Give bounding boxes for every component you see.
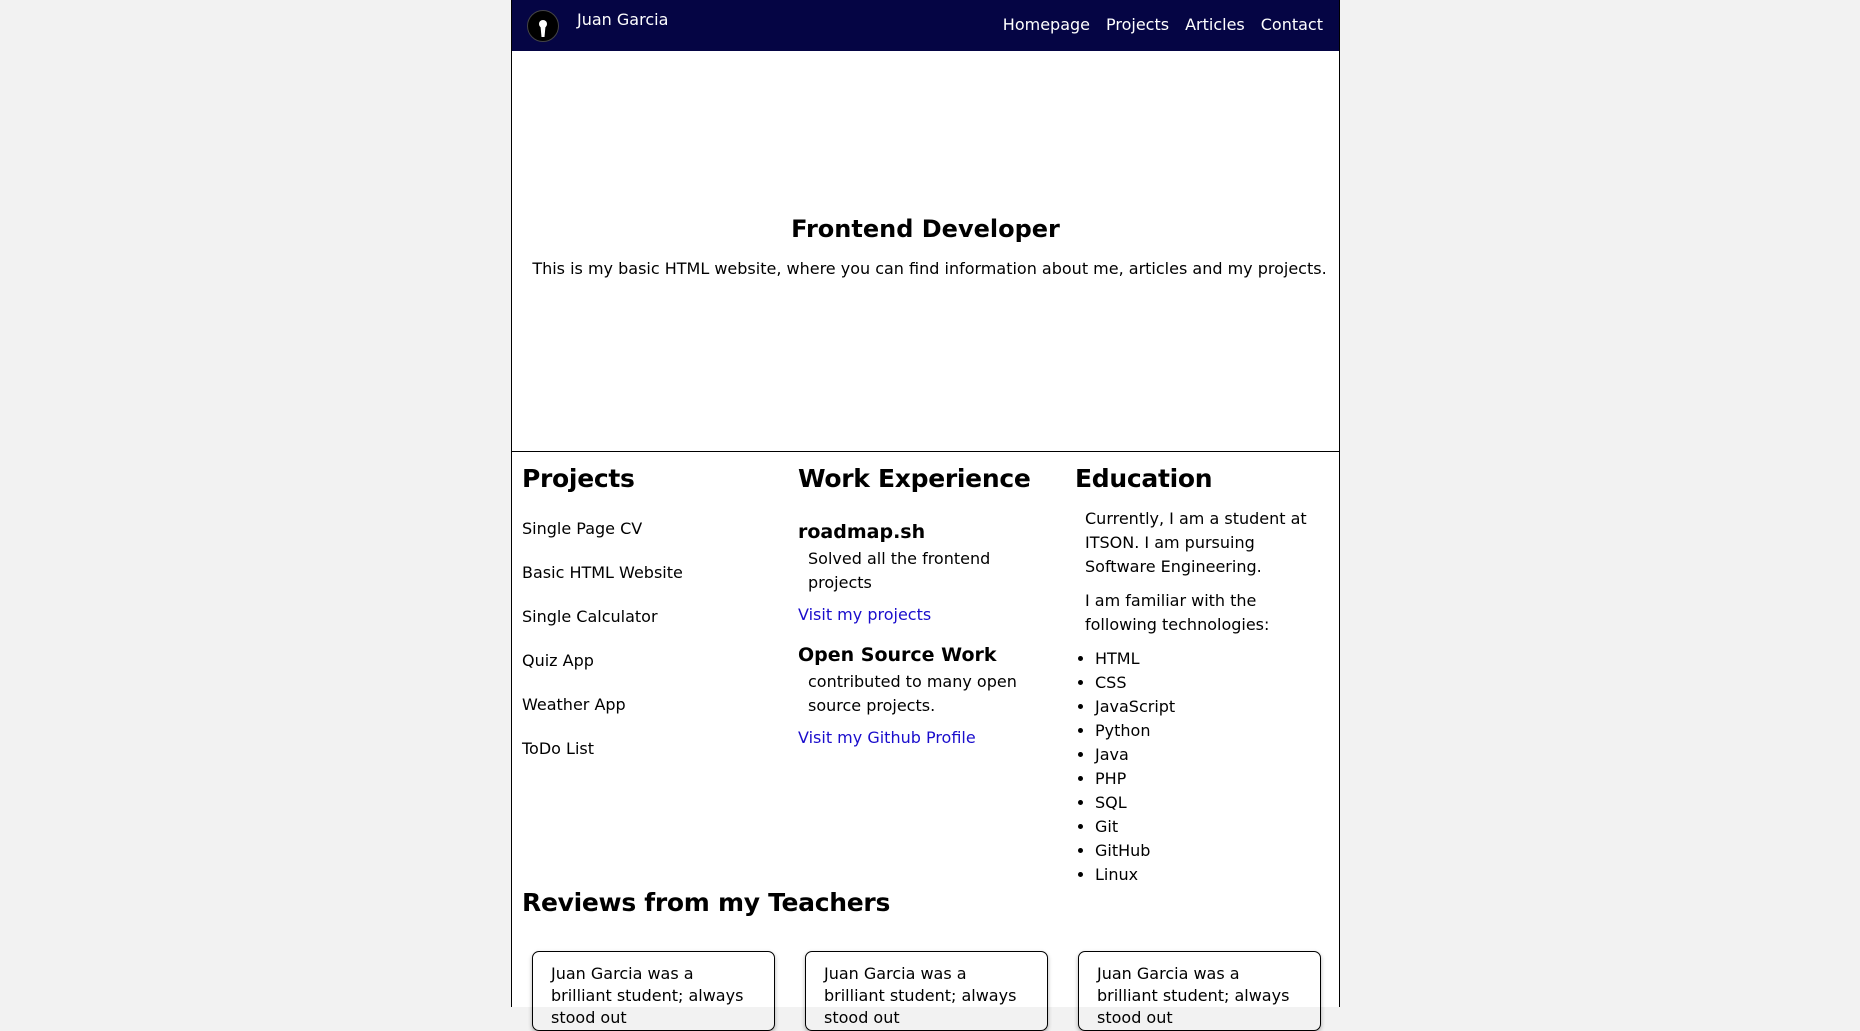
work-entry-opensource: Open Source Work contributed to many ope…: [798, 644, 1058, 747]
reviews-title: Reviews from my Teachers: [522, 888, 891, 917]
keyhole-avatar-icon[interactable]: [527, 10, 559, 42]
nav-articles[interactable]: Articles: [1185, 15, 1245, 34]
tech-item: Python: [1095, 719, 1325, 743]
nav-contact[interactable]: Contact: [1261, 15, 1323, 34]
project-item[interactable]: Single Calculator: [522, 607, 782, 651]
tech-item: HTML: [1095, 647, 1325, 671]
tech-item: PHP: [1095, 767, 1325, 791]
work-entry-desc: Solved all the frontend projects: [808, 549, 991, 592]
main-nav: Homepage Projects Articles Contact: [1003, 15, 1323, 34]
tech-item: CSS: [1095, 671, 1325, 695]
visit-projects-link[interactable]: Visit my projects: [798, 605, 1058, 624]
projects-list: Single Page CV Basic HTML Website Single…: [522, 519, 782, 783]
education-title: Education: [1075, 464, 1213, 493]
tech-list: HTML CSS JavaScript Python Java PHP SQL …: [1075, 647, 1325, 887]
work-title: Work Experience: [798, 464, 1031, 493]
navbar: Juan Garcia Homepage Projects Articles C…: [512, 0, 1339, 51]
work-entry-desc: contributed to many open source projects…: [808, 672, 1017, 715]
tech-item: Linux: [1095, 863, 1325, 887]
tech-item: Git: [1095, 815, 1325, 839]
tech-item: GitHub: [1095, 839, 1325, 863]
brand-name[interactable]: Juan Garcia: [577, 10, 668, 29]
work-entry-roadmap: roadmap.sh Solved all the frontend proje…: [798, 521, 1058, 624]
work-entry-name: roadmap.sh: [798, 521, 926, 543]
nav-projects[interactable]: Projects: [1106, 15, 1169, 34]
review-card: Juan Garcia was a brilliant student; alw…: [1078, 951, 1321, 1031]
project-item[interactable]: Quiz App: [522, 651, 782, 695]
education-para-2: I am familiar with the following technol…: [1085, 591, 1270, 634]
project-item[interactable]: Single Page CV: [522, 519, 782, 563]
work-entry-name: Open Source Work: [798, 644, 997, 666]
hero-subtitle: This is my basic HTML website, where you…: [532, 259, 1327, 278]
review-card: Juan Garcia was a brilliant student; alw…: [532, 951, 775, 1031]
project-item[interactable]: Basic HTML Website: [522, 563, 782, 607]
projects-section: Projects Single Page CV Basic HTML Websi…: [522, 464, 782, 783]
work-section: Work Experience roadmap.sh Solved all th…: [798, 464, 1058, 747]
nav-homepage[interactable]: Homepage: [1003, 15, 1090, 34]
review-card: Juan Garcia was a brilliant student; alw…: [805, 951, 1048, 1031]
hero-title: Frontend Developer: [791, 215, 1060, 243]
visit-github-link[interactable]: Visit my Github Profile: [798, 728, 1058, 747]
project-item[interactable]: ToDo List: [522, 739, 782, 783]
tech-item: JavaScript: [1095, 695, 1325, 719]
project-item[interactable]: Weather App: [522, 695, 782, 739]
tech-item: SQL: [1095, 791, 1325, 815]
education-para-1: Currently, I am a student at ITSON. I am…: [1085, 509, 1307, 576]
page-container: Juan Garcia Homepage Projects Articles C…: [511, 0, 1340, 1031]
hero-section: Frontend Developer This is my basic HTML…: [512, 51, 1339, 452]
tech-item: Java: [1095, 743, 1325, 767]
education-section: Education Currently, I am a student at I…: [1075, 464, 1325, 887]
projects-title: Projects: [522, 464, 635, 493]
